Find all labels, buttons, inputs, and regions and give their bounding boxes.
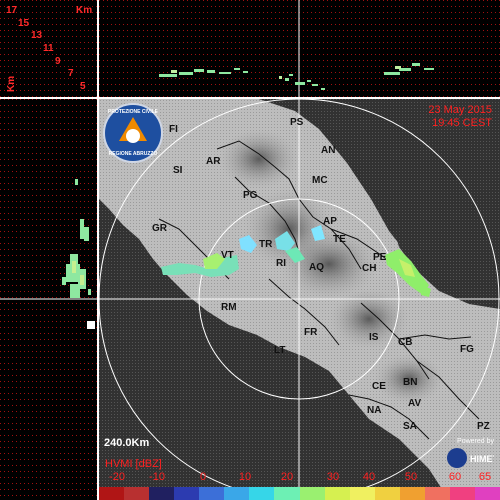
km-value-9: 9 xyxy=(55,56,61,67)
powered-by-label: Powered by xyxy=(457,438,494,445)
city-label-rm: RM xyxy=(221,302,237,313)
city-label-fi: FI xyxy=(169,124,178,135)
city-label-cb: CB xyxy=(398,337,413,348)
legend-swatch xyxy=(324,487,350,500)
legend-swatch xyxy=(199,487,225,500)
city-label-te: TE xyxy=(333,234,346,245)
logo-text-top: PROTEZIONE CIVILE xyxy=(107,109,158,115)
legend-value: 30 xyxy=(326,471,340,483)
himet-logo: HIMET xyxy=(447,448,494,468)
legend-value: 65 xyxy=(478,471,492,483)
legend-swatch xyxy=(124,487,150,500)
city-label-vt: VT xyxy=(221,250,234,261)
city-label-is: IS xyxy=(369,332,379,343)
city-label-an: AN xyxy=(321,145,336,156)
radar-map[interactable]: PS AN FI AR SI MC PG AP GR TE TR PE VT RI AQ CH RM FR IS CB… xyxy=(99,99,500,500)
map-terrain xyxy=(99,99,500,500)
city-label-ps: PS xyxy=(290,117,304,128)
km-value-13: 13 xyxy=(31,30,43,41)
city-label-si: SI xyxy=(173,165,183,176)
km-unit-label: Km xyxy=(76,5,93,16)
horizontal-separator xyxy=(0,97,500,99)
km-value-5: 5 xyxy=(80,81,86,92)
km-axis-label: Km xyxy=(6,75,17,92)
legend-values: -20 -10 0 10 20 30 40 50 60 65 xyxy=(99,471,500,485)
legend-value: -10 xyxy=(149,471,165,483)
city-label-av: AV xyxy=(408,398,422,409)
km-value-7: 7 xyxy=(68,68,74,79)
legend-value: 0 xyxy=(199,471,207,483)
legend-swatch xyxy=(474,487,500,500)
range-scale-label: 240.0Km xyxy=(104,437,150,449)
legend-swatch xyxy=(424,487,450,500)
legend-value: 10 xyxy=(238,471,252,483)
city-label-gr: GR xyxy=(152,223,167,234)
city-label-ri: RI xyxy=(276,258,286,269)
legend-title: HVMI [dBZ] xyxy=(105,458,162,470)
legend-swatch xyxy=(274,487,300,500)
logo-text-bottom: REGIONE ABRUZZO xyxy=(108,151,158,157)
legend-swatch xyxy=(299,487,325,500)
side-cross-section xyxy=(0,99,97,500)
legend-swatch xyxy=(374,487,400,500)
legend-value: 40 xyxy=(362,471,376,483)
city-label-aq: AQ xyxy=(309,262,324,273)
km-value-15: 15 xyxy=(18,18,30,29)
city-label-lt: LT xyxy=(274,345,286,356)
time-label: 19:45 CEST xyxy=(432,117,492,129)
legend-swatch xyxy=(349,487,375,500)
top-cross-section xyxy=(99,0,500,97)
city-label-ar: AR xyxy=(206,156,221,167)
legend-swatch xyxy=(174,487,200,500)
city-label-fr: FR xyxy=(304,327,318,338)
city-label-pg: PG xyxy=(243,190,258,201)
timestamp: 23 May 2015 19:45 CEST xyxy=(428,104,492,130)
top-cross-section-echoes xyxy=(99,0,500,97)
legend-value: 50 xyxy=(404,471,418,483)
city-label-pz: PZ xyxy=(477,421,490,432)
legend-swatch xyxy=(224,487,250,500)
legend-swatch xyxy=(449,487,475,500)
civil-protection-logo: PROTEZIONE CIVILE REGIONE ABRUZZO xyxy=(103,103,163,163)
city-label-sa: SA xyxy=(403,421,417,432)
legend-color-bar xyxy=(99,487,500,500)
side-cross-section-echoes xyxy=(0,99,97,500)
date-label: 23 May 2015 xyxy=(428,104,492,116)
city-label-ch: CH xyxy=(362,263,377,274)
legend-swatch xyxy=(99,487,125,500)
legend-swatch xyxy=(149,487,175,500)
city-label-bn: BN xyxy=(403,377,418,388)
city-label-na: NA xyxy=(367,405,382,416)
himet-logo-text: HIMET xyxy=(470,454,494,464)
km-value-11: 11 xyxy=(43,43,54,54)
height-scale-panel: 17 Km 15 13 11 9 7 5 Km xyxy=(0,0,97,97)
legend-swatch xyxy=(249,487,275,500)
legend-value: 20 xyxy=(280,471,294,483)
city-label-pe: PE xyxy=(373,252,387,263)
legend-swatch xyxy=(399,487,425,500)
city-label-ap: AP xyxy=(323,216,337,227)
legend-value: -20 xyxy=(109,471,125,483)
legend-value: 60 xyxy=(448,471,462,483)
km-value-17: 17 xyxy=(6,5,18,16)
city-label-tr: TR xyxy=(259,239,273,250)
city-label-fg: FG xyxy=(460,344,474,355)
city-label-mc: MC xyxy=(312,175,328,186)
vertical-separator xyxy=(97,0,99,500)
city-label-ce: CE xyxy=(372,381,386,392)
